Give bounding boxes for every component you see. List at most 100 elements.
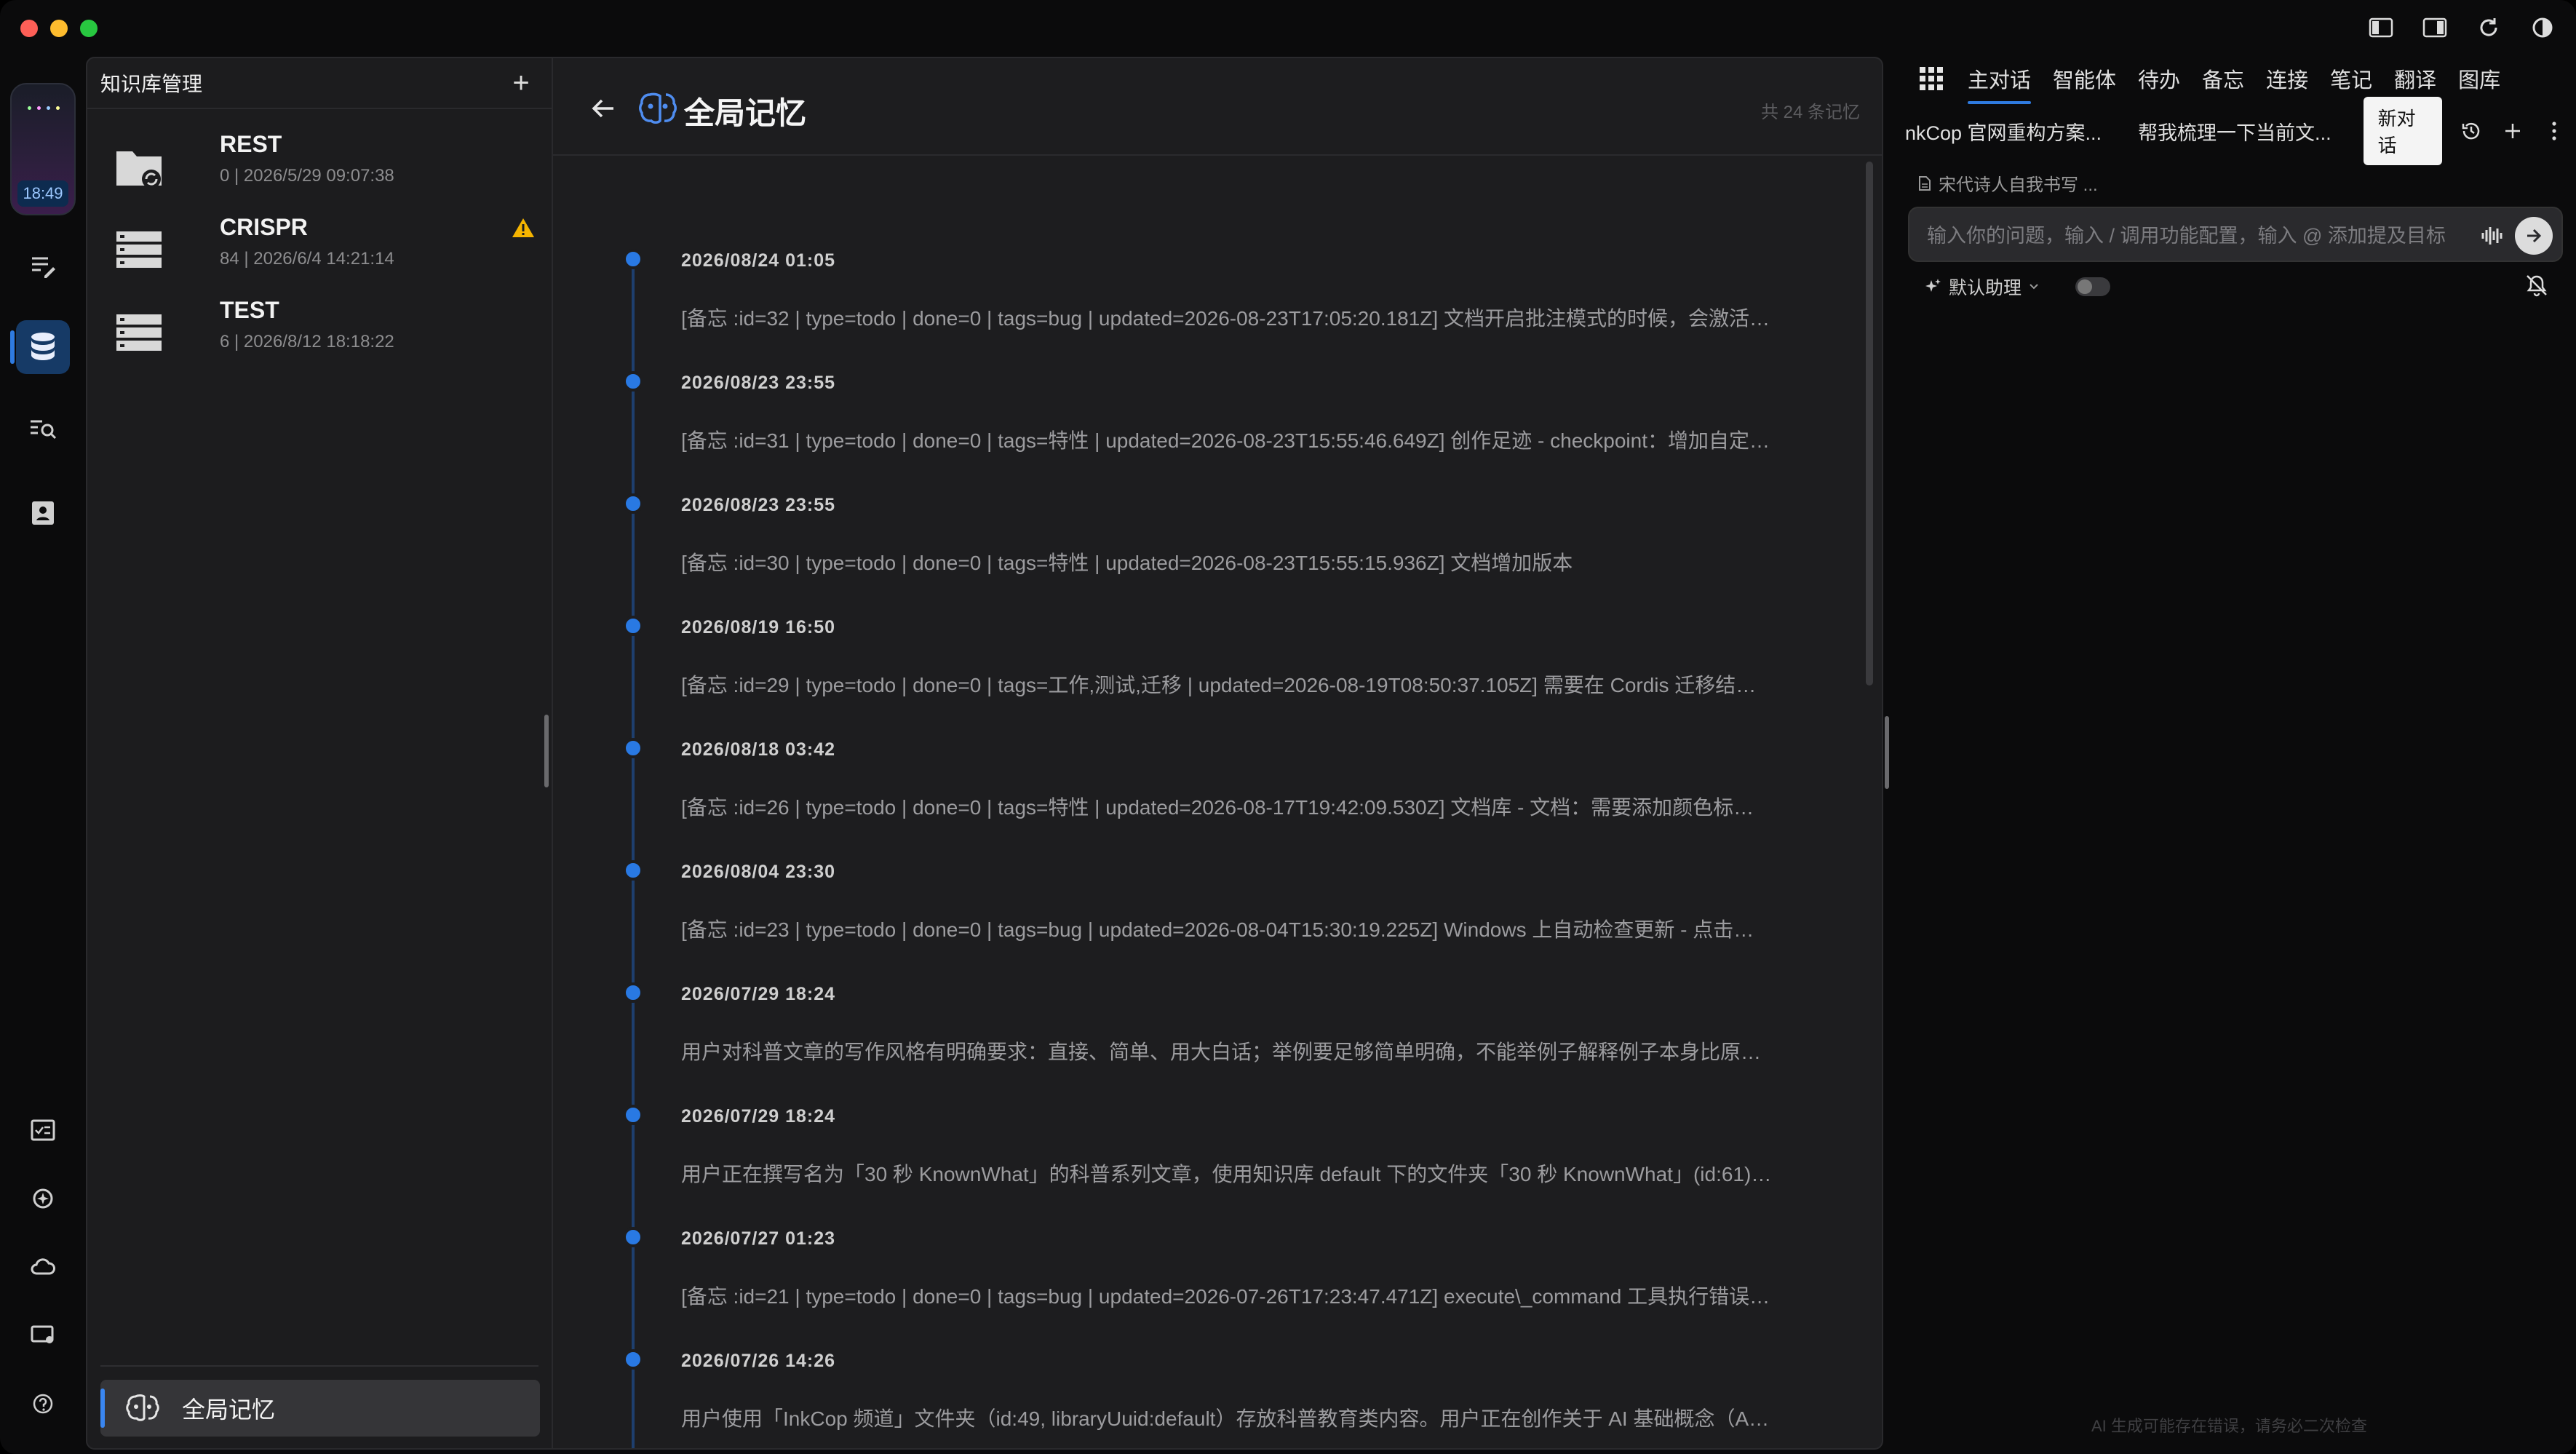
assistant-toggle[interactable]	[2075, 277, 2111, 296]
memory-entry[interactable]: 2026/08/23 23:55 [备忘 :id=30 | type=todo …	[553, 493, 1790, 616]
memory-entry[interactable]: 2026/07/29 18:24 用户正在撰写名为「30 秒 KnownWhat…	[553, 1105, 1790, 1227]
assistant-selector[interactable]: 默认助理	[1949, 274, 2022, 300]
memory-entry[interactable]: 2026/08/19 16:50 [备忘 :id=29 | type=todo …	[553, 616, 1790, 738]
back-button[interactable]	[585, 90, 621, 127]
document-chip-label: 宋代诗人自我书写 ...	[1939, 175, 2098, 195]
memory-date: 2026/07/29 18:24	[681, 1106, 836, 1127]
library-name: REST	[220, 131, 282, 157]
refresh-icon[interactable]	[2476, 15, 2502, 41]
memory-date: 2026/08/18 03:42	[681, 739, 836, 760]
timeline-dot	[623, 738, 643, 758]
new-conversation-button[interactable]: 新对话	[2363, 97, 2443, 165]
cloud-icon	[31, 1258, 55, 1275]
close-window-button[interactable]	[20, 20, 38, 37]
display-settings-icon	[31, 1325, 54, 1343]
tab-gallery[interactable]: 图库	[2458, 59, 2500, 98]
send-button[interactable]	[2515, 217, 2553, 255]
memory-entry[interactable]: 2026/07/27 01:23 [备忘 :id=21 | type=todo …	[553, 1227, 1790, 1349]
memory-entry[interactable]: 2026/07/29 18:24 用户对科普文章的写作风格有明确要求：直接、简单…	[553, 982, 1790, 1105]
theme-contrast-icon[interactable]	[2529, 15, 2556, 41]
chevron-down-icon[interactable]	[2029, 283, 2039, 290]
rail-ai-button[interactable]	[16, 1172, 70, 1225]
ai-disclaimer: AI 生成可能存在错误，请务必二次检查	[2091, 1417, 2367, 1435]
rail-edit-list-button[interactable]	[16, 240, 70, 294]
plus-icon[interactable]	[2500, 116, 2526, 146]
memory-entry[interactable]: 2026/07/26 14:26 用户使用「InkCop 频道」文件夹（id:4…	[553, 1349, 1790, 1448]
library-meta: 0 | 2026/5/29 09:07:38	[220, 166, 394, 186]
tab-agents[interactable]: 智能体	[2053, 59, 2116, 98]
window-controls	[20, 20, 98, 37]
memory-text: [备忘 :id=29 | type=todo | done=0 | tags=工…	[681, 674, 1773, 696]
tab-main-chat[interactable]: 主对话	[1968, 59, 2032, 104]
tab-memo[interactable]: 备忘	[2202, 59, 2244, 98]
global-memory-panel: 全局记忆 共 24 条记忆 2026/08/24 01:05 [备忘 :id=3…	[553, 57, 1883, 1450]
history-icon[interactable]	[2458, 116, 2484, 146]
library-item-test[interactable]: TEST 6 | 2026/8/12 18:18:22	[114, 297, 536, 370]
page-title: 全局记忆	[684, 96, 807, 130]
rail-help-button[interactable]	[16, 1377, 70, 1431]
apps-grid-icon[interactable]	[1917, 64, 1946, 93]
memory-text: [备忘 :id=21 | type=todo | done=0 | tags=b…	[681, 1285, 1773, 1308]
timeline-dot	[623, 1349, 643, 1370]
help-icon	[33, 1394, 53, 1414]
left-panel-resize-handle[interactable]	[544, 715, 549, 787]
memory-count: 共 24 条记忆	[1760, 103, 1860, 122]
timeline-dot	[623, 371, 643, 392]
conversation-tab[interactable]: nkCop 官网重构方案...	[1905, 117, 2102, 146]
rail-checklist-button[interactable]	[16, 1103, 70, 1157]
kb-title: 知识库管理	[100, 73, 203, 95]
context-document-chip[interactable]: 宋代诗人自我书写 ...	[1918, 170, 2098, 196]
memory-entry[interactable]: 2026/08/04 23:30 [备忘 :id=23 | type=todo …	[553, 860, 1790, 982]
minimize-window-button[interactable]	[50, 20, 68, 37]
tab-translate[interactable]: 翻译	[2394, 59, 2436, 98]
timeline-dot	[623, 982, 643, 1003]
window-toolbar	[2368, 15, 2556, 41]
clock-time: 18:49	[17, 180, 68, 207]
folder-sync-icon	[116, 151, 162, 188]
memory-text: 用户正在撰写名为「30 秒 KnownWhat」的科普系列文章，使用知识库 de…	[681, 1163, 1773, 1185]
storage-icon	[116, 314, 162, 351]
chat-tab-bar: 主对话 智能体 待办 备忘 连接 笔记 翻译 图库	[1917, 57, 2500, 104]
arrow-left-icon	[592, 99, 613, 118]
global-memory-nav-item[interactable]: 全局记忆	[100, 1380, 540, 1437]
tab-notes[interactable]: 笔记	[2330, 59, 2372, 98]
memory-text: [备忘 :id=26 | type=todo | done=0 | tags=特…	[681, 796, 1773, 819]
memory-entry[interactable]: 2026/08/18 03:42 [备忘 :id=26 | type=todo …	[553, 738, 1790, 860]
rail-database-button[interactable]	[10, 320, 70, 374]
rail-contacts-button[interactable]	[16, 486, 70, 540]
kb-header: 知识库管理 +	[87, 58, 552, 109]
notification-off-icon[interactable]	[2524, 272, 2550, 298]
conversation-tab[interactable]: 帮我梳理一下当前文...	[2138, 117, 2331, 146]
zoom-window-button[interactable]	[80, 20, 98, 37]
memory-text: [备忘 :id=23 | type=todo | done=0 | tags=b…	[681, 918, 1773, 941]
toggle-right-sidebar-icon[interactable]	[2422, 15, 2448, 41]
more-vertical-icon[interactable]	[2542, 116, 2567, 146]
voice-wave-icon[interactable]	[2480, 223, 2506, 249]
library-item-crispr[interactable]: CRISPR 84 | 2026/6/4 14:21:14	[114, 214, 536, 287]
contacts-icon	[32, 501, 54, 525]
clock-widget[interactable]: 18:49	[10, 83, 76, 215]
assistant-selector-row: 默认助理	[1924, 274, 2111, 300]
toggle-left-sidebar-icon[interactable]	[2368, 15, 2394, 41]
rail-search-list-button[interactable]	[16, 403, 70, 457]
memory-text: [备忘 :id=31 | type=todo | done=0 | tags=特…	[681, 429, 1773, 452]
chat-input[interactable]	[1927, 220, 2480, 252]
memory-scrollbar[interactable]	[1866, 162, 1873, 686]
library-meta: 6 | 2026/8/12 18:18:22	[220, 332, 394, 351]
memory-entry[interactable]: 2026/08/24 01:05 [备忘 :id=32 | type=todo …	[553, 249, 1790, 371]
memory-text: [备忘 :id=32 | type=todo | done=0 | tags=b…	[681, 307, 1773, 330]
memory-text: [备忘 :id=30 | type=todo | done=0 | tags=特…	[681, 552, 1573, 574]
app-window: 18:49 知识库管理 + REST 0 | 2026/5/29 09:07:3…	[0, 0, 2576, 1454]
memory-date: 2026/08/23 23:55	[681, 495, 836, 515]
library-item-rest[interactable]: REST 0 | 2026/5/29 09:07:38	[114, 131, 536, 204]
rail-cloud-button[interactable]	[16, 1240, 70, 1294]
add-library-button[interactable]: +	[506, 68, 536, 98]
timeline-dot	[623, 493, 643, 514]
database-icon	[31, 333, 55, 360]
memory-entry[interactable]: 2026/08/23 23:55 [备忘 :id=31 | type=todo …	[553, 371, 1790, 493]
tab-todo[interactable]: 待办	[2138, 59, 2180, 98]
edit-list-icon	[32, 257, 55, 278]
tab-connect[interactable]: 连接	[2266, 59, 2308, 98]
memory-date: 2026/08/23 23:55	[681, 373, 836, 393]
rail-display-settings-button[interactable]	[16, 1308, 70, 1362]
